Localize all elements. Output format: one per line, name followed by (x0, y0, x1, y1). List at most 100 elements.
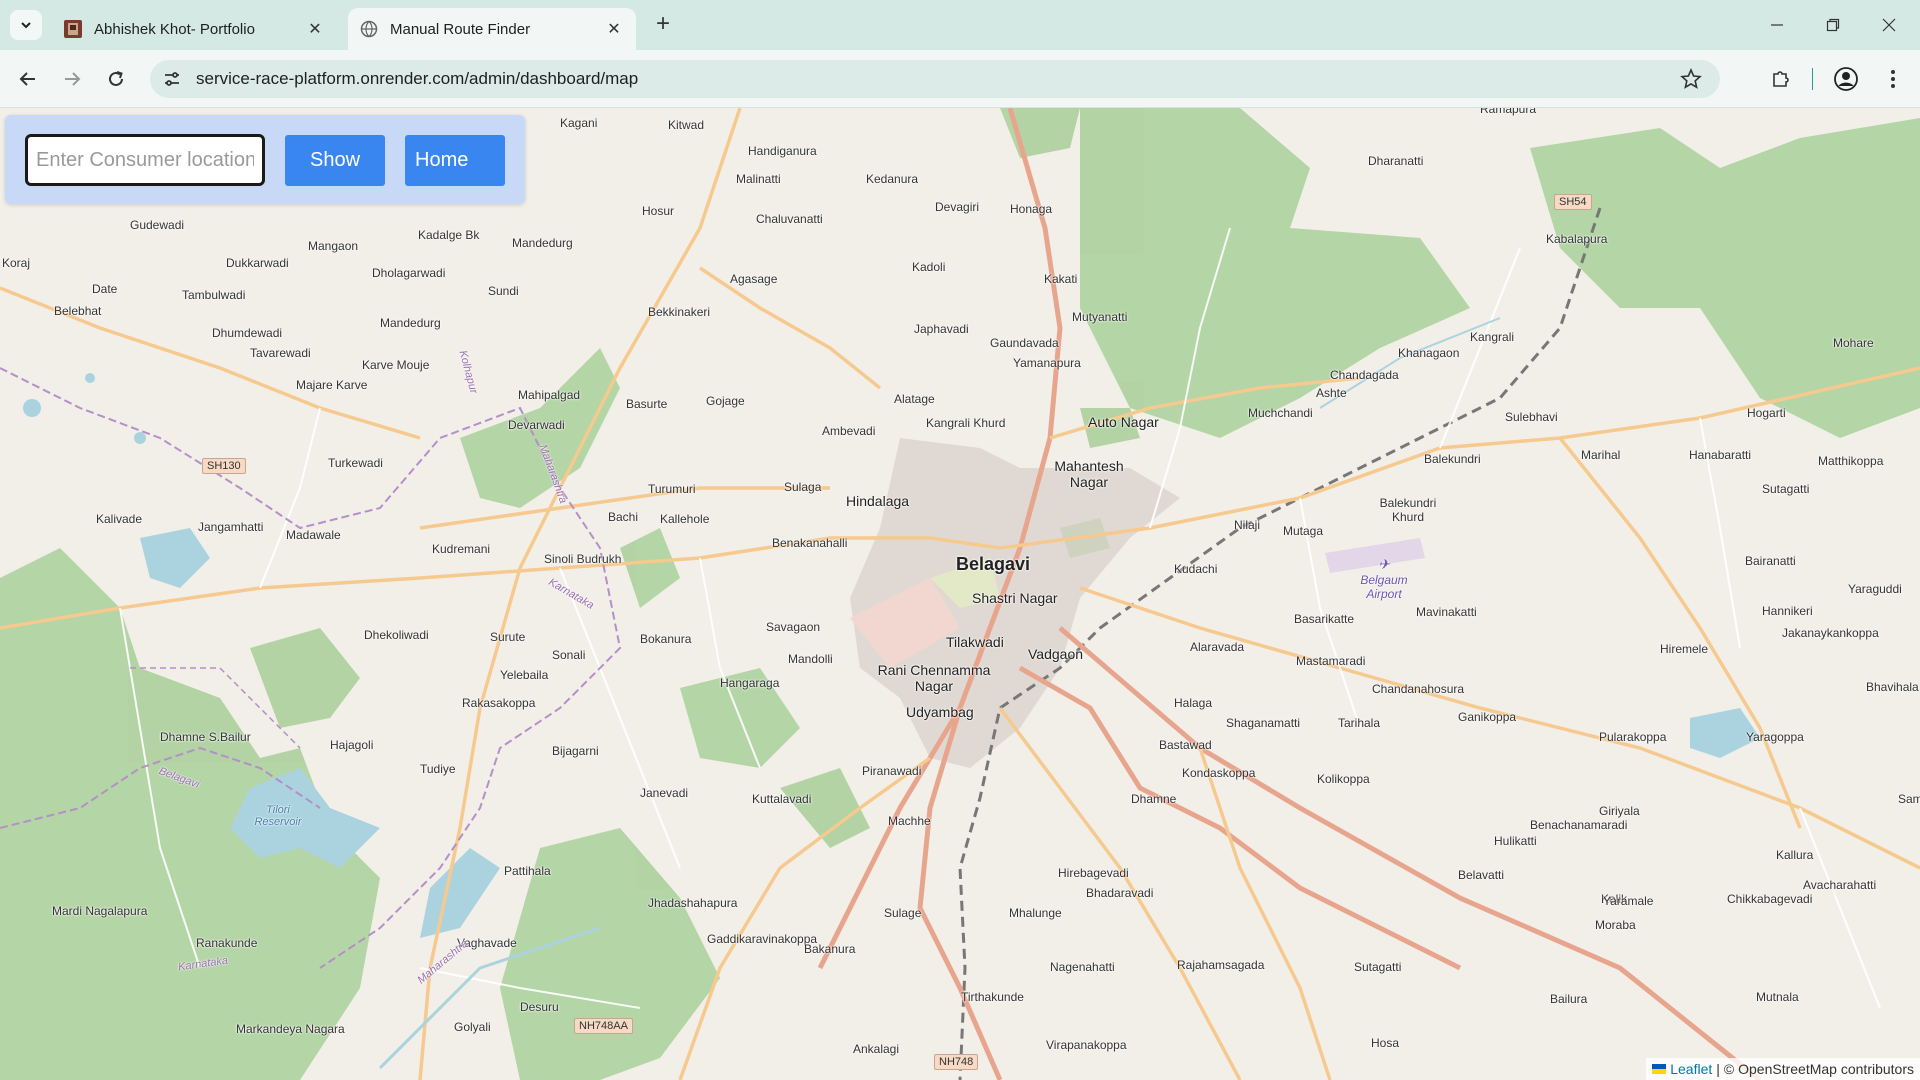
map-place-label: Udyambag (906, 704, 974, 720)
map-place-label: Kallura (1776, 848, 1814, 862)
map-place-label: Vadgaon (1028, 646, 1084, 662)
map-place-label: Kitwad (668, 118, 705, 132)
map-place-label: Mhalunge (1009, 906, 1062, 920)
profile-avatar-icon (1834, 67, 1858, 91)
map-place-label: Kallehole (660, 512, 710, 526)
map-place-label: Sutagatti (1354, 960, 1402, 974)
map-place-label: Khanagaon (1398, 346, 1460, 360)
road-shield: SH54 (1554, 194, 1592, 210)
map-place-label: Muchchandi (1248, 406, 1313, 420)
map-place-label: Agasage (730, 272, 778, 286)
map-place-label: Mahipalgad (518, 388, 581, 402)
forward-button[interactable] (56, 63, 88, 95)
map-place-label: Chaluvanatti (756, 212, 823, 226)
arrow-left-icon (19, 72, 35, 86)
map-place-label: Virapanakoppa (1046, 1038, 1127, 1052)
map-place-label: Jhadashahapura (648, 896, 738, 910)
map-place-label: Hajagoli (330, 738, 374, 752)
map-place-label: Savagaon (766, 620, 821, 634)
consumer-location-input[interactable] (25, 134, 265, 186)
map-place-label: Gojage (706, 394, 745, 408)
map-place-label: Moraba (1595, 918, 1636, 932)
reload-icon (109, 71, 123, 86)
map-place-label: Mutaga (1283, 524, 1324, 538)
browser-menu-button[interactable] (1877, 63, 1909, 95)
map-place-label: Basarikatte (1294, 612, 1355, 626)
map-place-label: Hanabaratti (1689, 448, 1752, 462)
back-button[interactable] (12, 63, 44, 95)
map-place-label: Kondaskoppa (1182, 766, 1256, 780)
map-place-label: Rajahamsagada (1177, 958, 1265, 972)
ukraine-flag-icon (1652, 1064, 1667, 1074)
leaflet-link[interactable]: Leaflet (1652, 1061, 1712, 1077)
tab-portfolio[interactable]: Abhishek Khot- Portfolio ✕ (52, 8, 337, 50)
map-place-label: Surute (490, 630, 526, 644)
site-settings-icon[interactable] (162, 69, 182, 89)
tab-title: Manual Route Finder (390, 20, 531, 38)
close-window-button[interactable] (1866, 10, 1912, 40)
map-place-label: Mangaon (308, 239, 359, 253)
map-place-label: Shaganamatti (1226, 716, 1301, 730)
map-place-label: Bairanatti (1745, 554, 1796, 568)
map-place-label: Tudiye (420, 762, 456, 776)
map-place-label: Bekkinakeri (648, 305, 711, 319)
map-place-label: Dholagarwadi (372, 266, 446, 280)
map-place-label: Yaramale (1603, 894, 1654, 908)
new-tab-button[interactable]: + (650, 12, 676, 38)
extensions-button[interactable] (1765, 63, 1797, 95)
road-shield: NH748 (934, 1054, 979, 1070)
tab-strip: Abhishek Khot- Portfolio ✕ Manual Route … (0, 0, 1920, 50)
map-place-label: Turkewadi (328, 456, 383, 470)
map-place-label: Kagani (560, 116, 598, 130)
leaflet-map[interactable]: Kagani Kitwad Handiganura Malinatti Keda… (0, 108, 1920, 1080)
map-place-label: Giriyala (1599, 804, 1640, 818)
show-button[interactable]: Show (285, 135, 385, 186)
map-place-label: Golyali (454, 1020, 491, 1034)
map-place-label: Balekundri Khurd (1379, 496, 1437, 524)
map-place-label: Bhadaravadi (1086, 886, 1154, 900)
map-place-label: Tarihala (1338, 716, 1381, 730)
map-place-label: Mandedurg (512, 236, 573, 250)
map-place-label: Hannikeri (1762, 604, 1813, 618)
portfolio-favicon-icon (64, 20, 82, 38)
home-button[interactable]: Home (405, 135, 505, 186)
map-airport-label: ✈ Belgaum Airport (1352, 556, 1416, 601)
map-place-label: Hogarti (1747, 406, 1786, 420)
bookmark-star-icon[interactable] (1680, 68, 1702, 90)
map-water-label: Tilori Reservoir (254, 804, 302, 828)
map-place-label: Hiremele (1660, 642, 1709, 656)
map-place-label: Tavarewadi (250, 346, 311, 360)
map-place-label: Bailura (1550, 992, 1588, 1006)
airport-name: Belgaum Airport (1360, 573, 1408, 601)
close-icon (1882, 18, 1896, 32)
map-place-label: Desuru (520, 1000, 559, 1014)
tab-search-button[interactable] (10, 10, 42, 40)
address-bar[interactable]: service-race-platform.onrender.com/admin… (150, 60, 1720, 98)
close-tab-icon[interactable]: ✕ (604, 19, 624, 39)
map-place-label: Gudewadi (130, 218, 185, 232)
tab-title: Abhishek Khot- Portfolio (94, 20, 255, 38)
map-place-label: Belavatti (1458, 868, 1505, 882)
map-place-label: Jakanaykankoppa (1782, 626, 1879, 640)
map-attribution: Leaflet | © OpenStreetMap contributors (1646, 1058, 1920, 1080)
url-text: service-race-platform.onrender.com/admin… (196, 69, 639, 88)
map-place-label: Tirthakunde (961, 990, 1024, 1004)
map-place-label: Alaravada (1190, 640, 1245, 654)
restore-button[interactable] (1810, 10, 1856, 40)
map-place-label: Chikkabagevadi (1727, 892, 1813, 906)
minimize-button[interactable] (1754, 10, 1800, 40)
tab-route-finder[interactable]: Manual Route Finder ✕ (348, 8, 636, 50)
close-tab-icon[interactable]: ✕ (305, 19, 325, 39)
map-place-label: Nilaji (1234, 518, 1261, 532)
map-place-label: Halaga (1174, 696, 1213, 710)
map-place-label: Dhamne S.Bailur (160, 730, 251, 744)
reload-button[interactable] (100, 63, 132, 95)
map-place-label: Kadalge Bk (418, 228, 480, 242)
map-place-label: Madawale (286, 528, 341, 542)
map-place-label: Ambevadi (822, 424, 876, 438)
map-place-label: Ranakunde (196, 936, 258, 950)
leaflet-link-label: Leaflet (1670, 1061, 1713, 1077)
kebab-menu-icon (1891, 70, 1895, 88)
profile-button[interactable] (1830, 63, 1862, 95)
map-place-label: Sundi (488, 284, 519, 298)
